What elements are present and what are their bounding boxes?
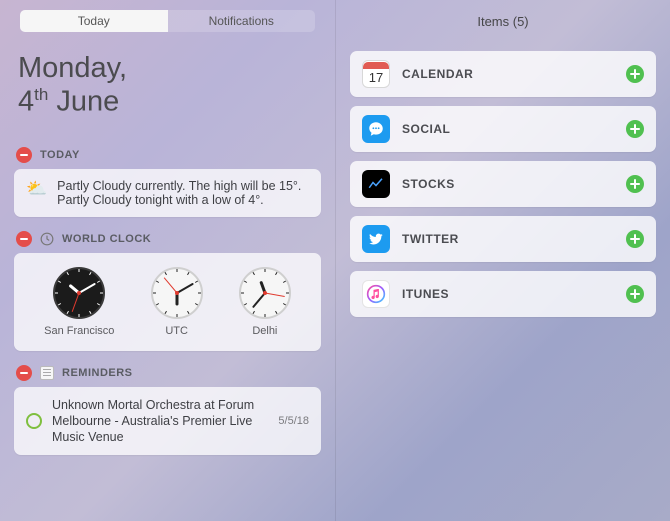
item-calendar[interactable]: 17 CALENDAR	[350, 51, 656, 97]
world-clock-card[interactable]: San Francisco UTC Delhi	[14, 253, 321, 351]
clock-label: Delhi	[239, 325, 291, 337]
weather-text: Partly Cloudy currently. The high will b…	[57, 179, 309, 207]
widget-title: WORLD CLOCK	[62, 233, 151, 245]
world-clock-widget: WORLD CLOCK San Francisco UTC Delhi	[14, 227, 321, 351]
item-social[interactable]: SOCIAL	[350, 106, 656, 152]
reminders-widget: REMINDERS Unknown Mortal Orchestra at Fo…	[14, 361, 321, 456]
clock-face-icon	[53, 267, 105, 319]
item-label: ITUNES	[402, 287, 614, 301]
social-icon	[362, 115, 390, 143]
segmented-control: Today Notifications	[20, 10, 315, 32]
reminder-card[interactable]: Unknown Mortal Orchestra at Forum Melbou…	[14, 387, 321, 456]
items-title: Items (5)	[350, 10, 656, 51]
date-day-line: 4th June	[18, 85, 317, 119]
add-item-button[interactable]	[626, 230, 644, 248]
reminder-date: 5/5/18	[278, 415, 309, 427]
item-stocks[interactable]: STOCKS	[350, 161, 656, 207]
date-weekday: Monday,	[18, 52, 317, 85]
today-pane: Today Notifications Monday, 4th June TOD…	[0, 0, 335, 521]
stocks-icon	[362, 170, 390, 198]
itunes-icon	[362, 280, 390, 308]
date-ordinal: th	[34, 85, 48, 104]
calendar-icon: 17	[362, 60, 390, 88]
twitter-icon	[362, 225, 390, 253]
remove-widget-button[interactable]	[16, 365, 32, 381]
date-day: 4	[18, 86, 34, 118]
add-item-button[interactable]	[626, 120, 644, 138]
clock-delhi: Delhi	[239, 267, 291, 337]
clock-face-icon	[151, 267, 203, 319]
clock-san-francisco: San Francisco	[44, 267, 114, 337]
weather-card[interactable]: ⛅ Partly Cloudy currently. The high will…	[14, 169, 321, 217]
reminder-toggle-icon[interactable]	[26, 413, 42, 429]
clock-label: San Francisco	[44, 325, 114, 337]
reminder-text: Unknown Mortal Orchestra at Forum Melbou…	[52, 397, 268, 446]
clock-face-icon	[239, 267, 291, 319]
item-itunes[interactable]: ITUNES	[350, 271, 656, 317]
add-item-button[interactable]	[626, 65, 644, 83]
clock-label: UTC	[151, 325, 203, 337]
item-label: SOCIAL	[402, 122, 614, 136]
widget-title: REMINDERS	[62, 367, 133, 379]
item-label: STOCKS	[402, 177, 614, 191]
add-item-button[interactable]	[626, 285, 644, 303]
items-pane: Items (5) 17 CALENDAR SOCIAL STOCKS TWITTER I…	[335, 0, 670, 521]
item-label: TWITTER	[402, 232, 614, 246]
tab-notifications[interactable]: Notifications	[168, 10, 316, 32]
add-item-button[interactable]	[626, 175, 644, 193]
date-month: June	[56, 86, 119, 118]
widget-title: TODAY	[40, 149, 80, 161]
item-twitter[interactable]: TWITTER	[350, 216, 656, 262]
item-label: CALENDAR	[402, 67, 614, 81]
weather-icon: ⛅	[26, 179, 47, 199]
today-widget: TODAY ⛅ Partly Cloudy currently. The hig…	[14, 143, 321, 217]
tab-today[interactable]: Today	[20, 10, 168, 32]
clock-icon	[40, 232, 54, 246]
clock-utc: UTC	[151, 267, 203, 337]
remove-widget-button[interactable]	[16, 231, 32, 247]
date-heading: Monday, 4th June	[14, 52, 321, 143]
reminders-icon	[40, 366, 54, 380]
remove-widget-button[interactable]	[16, 147, 32, 163]
